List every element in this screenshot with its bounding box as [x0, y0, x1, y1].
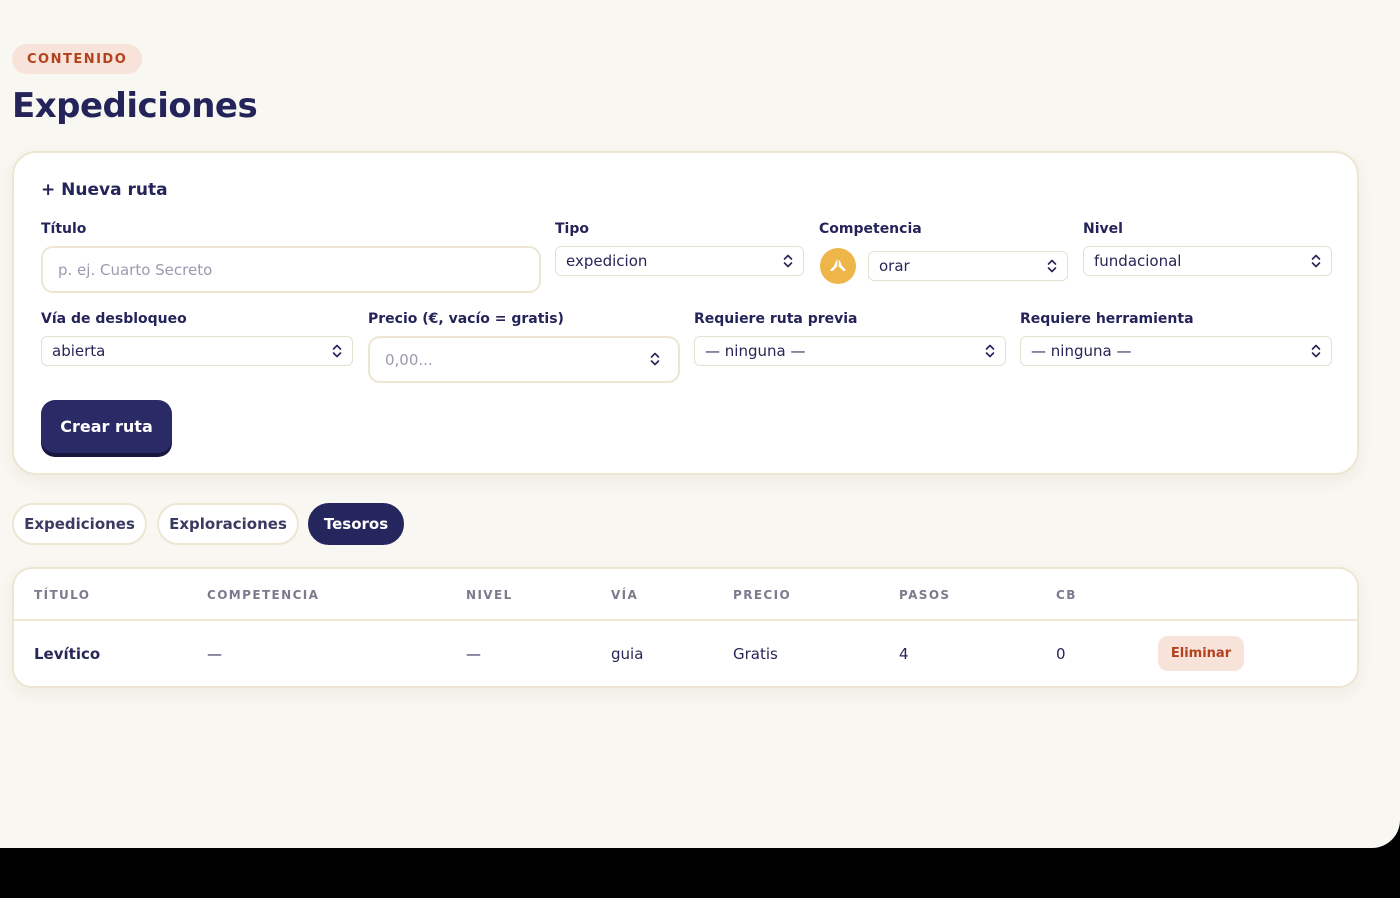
tab-exploraciones[interactable]: Exploraciones: [157, 503, 299, 545]
tipo-select[interactable]: expedicion: [555, 246, 804, 276]
competencia-field: Competencia: [819, 221, 1069, 241]
new-route-form: + Nueva ruta Título Tipo expedicion Comp…: [12, 151, 1359, 475]
ruta-previa-field: Requiere ruta previa: [694, 311, 1006, 331]
via-select[interactable]: abierta: [41, 336, 353, 366]
tab-expediciones[interactable]: Expediciones: [12, 503, 147, 545]
chevron-updown-icon: [1047, 258, 1057, 274]
cell-precio: Gratis: [733, 645, 778, 663]
chevron-updown-icon: [985, 343, 995, 359]
nivel-label: Nivel: [1083, 221, 1123, 237]
tab-tesoros[interactable]: Tesoros: [308, 503, 404, 545]
nivel-select-value: fundacional: [1094, 252, 1182, 270]
precio-label: Precio (€, vacío = gratis): [368, 311, 564, 327]
column-header-nivel: NIVEL: [466, 588, 513, 602]
column-header-pasos: PASOS: [899, 588, 951, 602]
herramienta-select[interactable]: — ninguna —: [1020, 336, 1332, 366]
create-route-button[interactable]: Crear ruta: [41, 400, 172, 453]
competencia-select-value: orar: [879, 257, 910, 275]
column-header-cb: CB: [1056, 588, 1077, 602]
routes-table: TÍTULO COMPETENCIA NIVEL VÍA PRECIO PASO…: [12, 567, 1359, 688]
page-title: Expediciones: [12, 86, 258, 126]
chevron-updown-icon: [1311, 253, 1321, 269]
herramienta-label: Requiere herramienta: [1020, 311, 1194, 327]
section-eyebrow: CONTENIDO: [12, 44, 143, 74]
nivel-field: Nivel: [1083, 221, 1333, 241]
column-header-competencia: COMPETENCIA: [207, 588, 320, 602]
via-label: Vía de desbloqueo: [41, 311, 187, 327]
cell-nivel: —: [466, 645, 481, 663]
cell-competencia: —: [207, 645, 222, 663]
competencia-label: Competencia: [819, 221, 922, 237]
number-stepper-icon[interactable]: [650, 351, 660, 367]
column-header-titulo: TÍTULO: [34, 588, 91, 602]
table-header: TÍTULO COMPETENCIA NIVEL VÍA PRECIO PASO…: [14, 569, 1357, 621]
delete-button[interactable]: Eliminar: [1158, 636, 1244, 671]
titulo-input[interactable]: [41, 246, 541, 293]
cell-titulo: Levítico: [34, 645, 101, 663]
column-header-via: VÍA: [611, 588, 639, 602]
herramienta-select-value: — ninguna —: [1031, 342, 1132, 360]
ruta-previa-label: Requiere ruta previa: [694, 311, 858, 327]
via-field: Vía de desbloqueo: [41, 311, 353, 331]
cell-cb: 0: [1056, 645, 1066, 663]
tipo-field: Tipo: [555, 221, 805, 241]
column-header-precio: PRECIO: [733, 588, 792, 602]
nivel-select[interactable]: fundacional: [1083, 246, 1332, 276]
via-select-value: abierta: [52, 342, 106, 360]
page: CONTENIDO Expediciones + Nueva ruta Títu…: [0, 0, 1400, 848]
titulo-field: Título: [41, 221, 541, 241]
cell-pasos: 4: [899, 645, 909, 663]
cell-via: guia: [611, 645, 644, 663]
titulo-label: Título: [41, 221, 87, 237]
competencia-select[interactable]: orar: [868, 251, 1068, 281]
praying-hands-icon: [820, 248, 856, 284]
chevron-updown-icon: [332, 343, 342, 359]
tipo-label: Tipo: [555, 221, 589, 237]
chevron-updown-icon: [1311, 343, 1321, 359]
ruta-previa-select-value: — ninguna —: [705, 342, 806, 360]
ruta-previa-select[interactable]: — ninguna —: [694, 336, 1006, 366]
precio-input[interactable]: [368, 336, 680, 383]
chevron-updown-icon: [783, 253, 793, 269]
form-title: + Nueva ruta: [41, 180, 168, 200]
herramienta-field: Requiere herramienta: [1020, 311, 1332, 331]
precio-field: Precio (€, vacío = gratis): [368, 311, 680, 331]
tipo-select-value: expedicion: [566, 252, 648, 270]
